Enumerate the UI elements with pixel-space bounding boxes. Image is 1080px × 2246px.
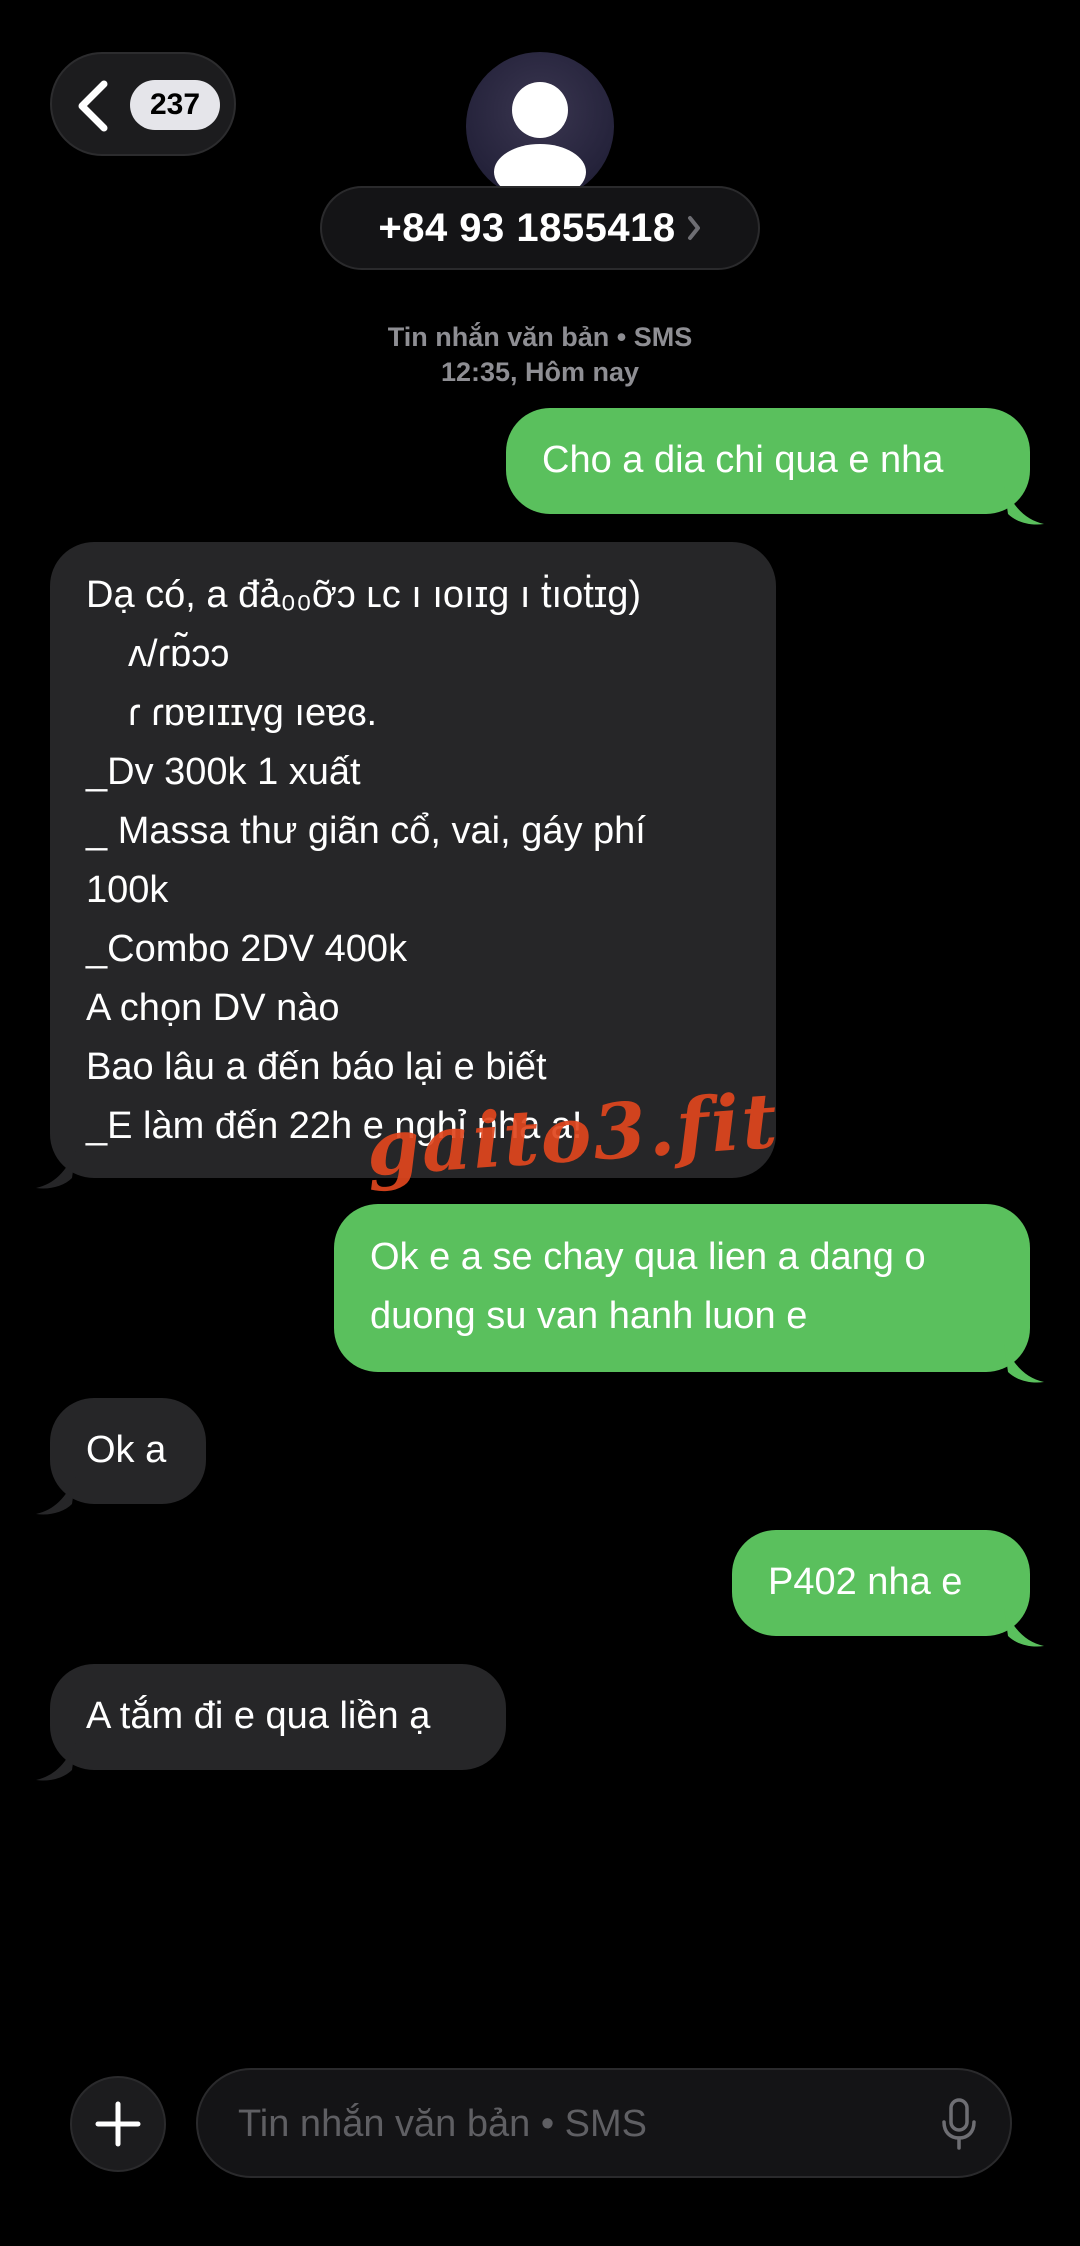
bubble-tail bbox=[1004, 1344, 1044, 1383]
message-line: Dạ có, a đả₀₀ỡɔ ʟc ı ıoıɪg ı ṫıoṫɪg) bbox=[86, 574, 642, 616]
message-line: ɾ ɾɒɐıɪɪṿɡ ıeɐɞ. bbox=[128, 692, 378, 734]
message-composer[interactable] bbox=[196, 2068, 1012, 2178]
outgoing-message[interactable]: P402 nha e bbox=[732, 1530, 1044, 1647]
message-line: A chọn DV nào bbox=[86, 987, 340, 1029]
outgoing-message[interactable]: Cho a dia chi qua e nha bbox=[506, 408, 1044, 525]
message-line: Ok a bbox=[86, 1429, 167, 1471]
message-input[interactable] bbox=[236, 2090, 900, 2158]
back-button[interactable]: 237 bbox=[50, 52, 236, 156]
attachment-button[interactable] bbox=[70, 2076, 166, 2172]
contact-avatar[interactable] bbox=[466, 52, 614, 200]
message-line: _Dv 300k 1 xuất bbox=[86, 751, 361, 793]
message-timestamp: 12:35, Hôm nay bbox=[440, 357, 640, 387]
chevron-right-icon bbox=[687, 216, 700, 240]
message-line: _Combo 2DV 400k bbox=[86, 928, 408, 970]
bubble-tail bbox=[1004, 1608, 1044, 1647]
message-line: A tắm đi e qua liền ạ bbox=[86, 1695, 431, 1737]
message-line: Ok e a se chay qua lien a dang o bbox=[370, 1236, 926, 1278]
message-line: ʌ/ɾɒ̃ɔɔ bbox=[128, 633, 230, 675]
message-line: 100k bbox=[86, 869, 169, 911]
microphone-icon[interactable] bbox=[938, 2098, 980, 2152]
bubble-tail bbox=[36, 1150, 76, 1189]
message-line: _ Massa thư giãn cổ, vai, gáy phí bbox=[86, 810, 646, 852]
message-line: Cho a dia chi qua e nha bbox=[542, 439, 944, 481]
bubble-tail bbox=[36, 1742, 76, 1781]
contact-name: +84 93 1855418 bbox=[378, 205, 676, 250]
incoming-message[interactable]: A tắm đi e qua liền ạ bbox=[36, 1664, 506, 1781]
unread-count-badge: 237 bbox=[130, 80, 220, 130]
contact-header[interactable]: +84 93 1855418 bbox=[320, 186, 760, 270]
person-silhouette-icon bbox=[494, 82, 586, 200]
outgoing-message[interactable]: Ok e a se chay qua lien a dang o duong s… bbox=[334, 1204, 1044, 1383]
incoming-message[interactable]: Ok a bbox=[36, 1398, 206, 1515]
bubble-tail bbox=[1004, 486, 1044, 525]
bubble-tail bbox=[36, 1476, 76, 1515]
plus-icon bbox=[95, 2101, 141, 2147]
message-line: duong su van hanh luon e bbox=[370, 1295, 808, 1337]
service-label: Tin nhắn văn bản • SMS bbox=[387, 322, 693, 352]
message-line: P402 nha e bbox=[768, 1561, 963, 1603]
chevron-left-icon bbox=[78, 80, 108, 132]
